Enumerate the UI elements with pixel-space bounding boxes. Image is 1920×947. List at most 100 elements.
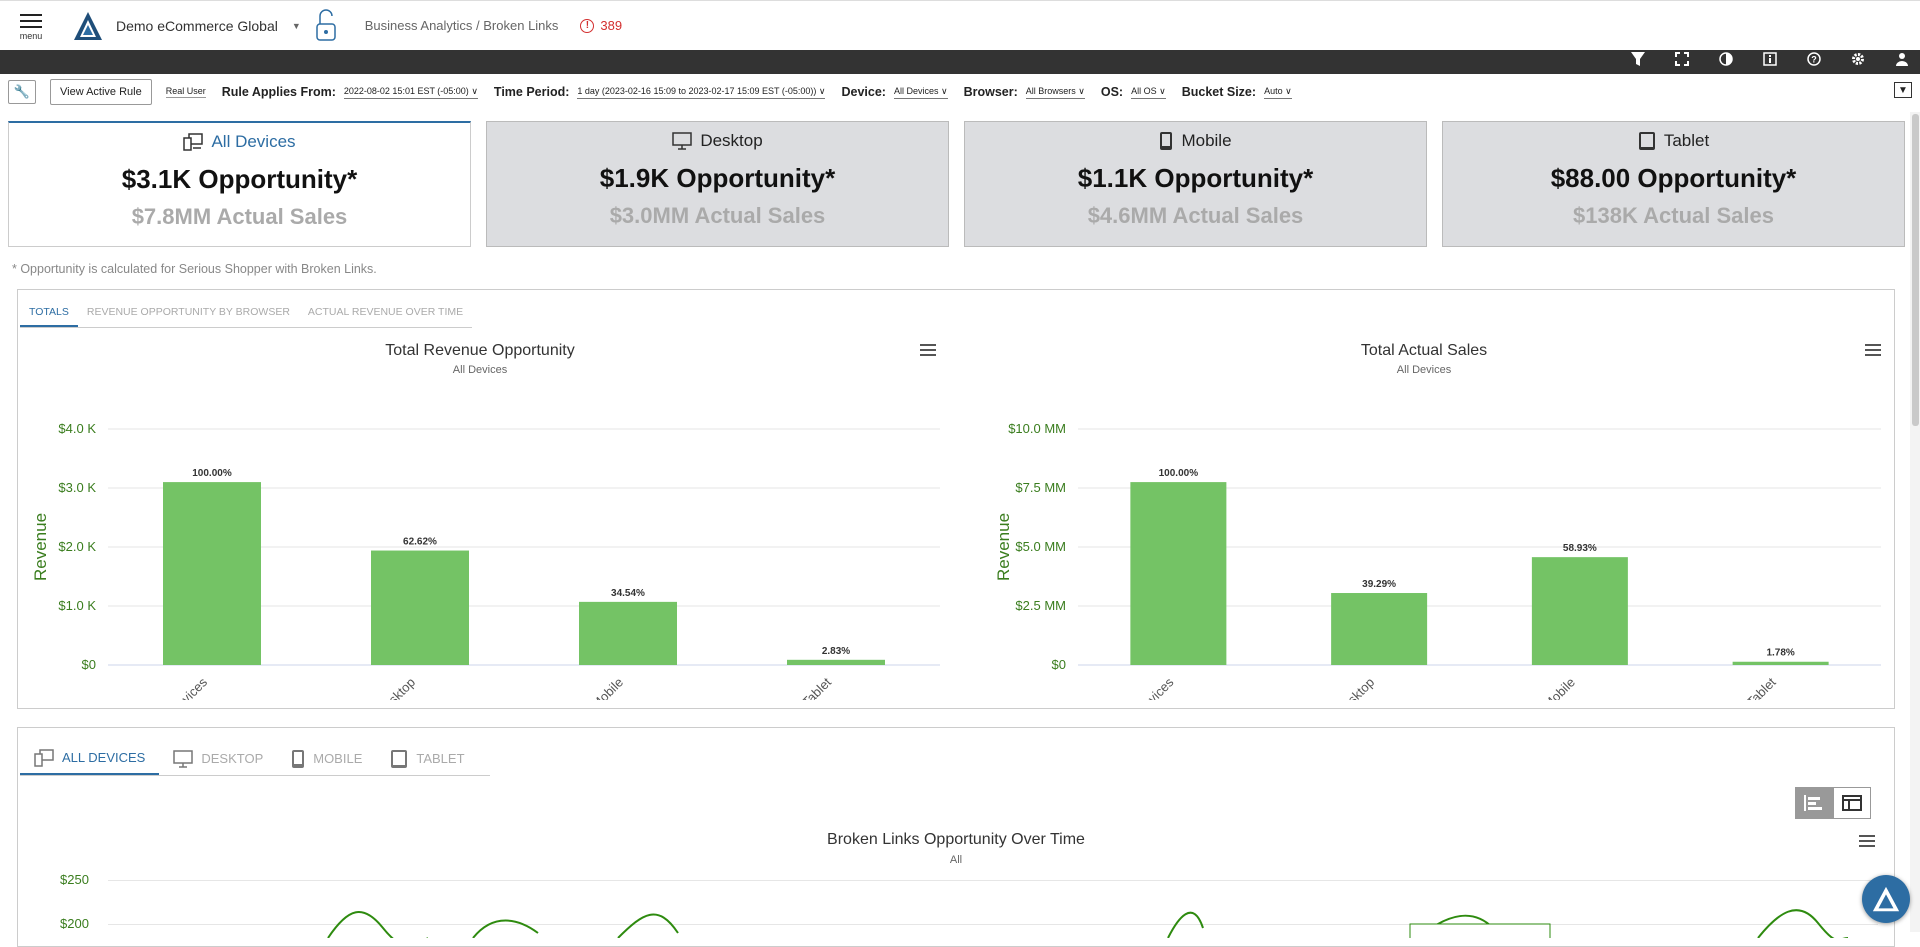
data-label: 39.29%	[1362, 579, 1396, 590]
bucket-size-label: Bucket Size:	[1181, 85, 1257, 99]
help-icon[interactable]: ?	[1806, 50, 1822, 74]
device-label: Device:	[841, 85, 886, 99]
unlocked-lock-icon[interactable]	[315, 8, 337, 44]
card-opportunity: $88.00 Opportunity*	[1550, 163, 1797, 193]
bucket-size-dropdown[interactable]: Auto	[1264, 86, 1292, 99]
card-title: All Devices	[211, 132, 296, 151]
rule-from-dropdown[interactable]: 2022-08-02 15:01 EST (-05:00)	[343, 86, 478, 99]
bar	[1331, 593, 1428, 665]
card-title: Desktop	[700, 131, 763, 150]
time-period-label: Time Period:	[493, 85, 570, 99]
y-tick-label: $3.0 K	[58, 480, 96, 495]
menu-label: menu	[19, 31, 43, 41]
user-icon[interactable]	[1894, 50, 1910, 74]
alert-badge[interactable]: ! 389	[580, 18, 622, 33]
chart-title: Total Actual Sales	[1360, 342, 1488, 359]
help-assistant-icon[interactable]	[1862, 875, 1910, 923]
bar	[1130, 482, 1227, 665]
org-name[interactable]: Demo eCommerce Global	[116, 18, 278, 34]
dark-toolbar: ?	[0, 50, 1920, 74]
card-mobile[interactable]: Mobile $1.1K Opportunity* $4.6MM Actual …	[964, 121, 1427, 247]
chart-menu-icon[interactable]	[920, 344, 936, 357]
settings-gear-icon[interactable]	[1850, 50, 1866, 74]
card-desktop[interactable]: Desktop $1.9K Opportunity* $3.0MM Actual…	[486, 121, 949, 247]
bar	[1732, 661, 1829, 665]
page-scrollbar[interactable]	[1910, 112, 1920, 932]
bar	[787, 659, 885, 665]
tab-totals[interactable]: TOTALS	[20, 304, 78, 327]
card-all-devices[interactable]: All Devices $3.1K Opportunity* $7.8MM Ac…	[8, 121, 471, 247]
y-tick-label: $4.0 K	[58, 421, 96, 436]
chart-plot: Revenue $0 $1.0 K $2.0 K $3.0 K $4.0 K 100.00%…	[31, 421, 940, 700]
x-tick-label: All Devices	[154, 674, 210, 700]
card-actual-sales: $3.0MM Actual Sales	[609, 203, 826, 228]
bar	[371, 550, 469, 665]
contrast-icon[interactable]	[1718, 50, 1734, 74]
svg-text:?: ?	[1811, 55, 1817, 65]
x-tick-label: All Devices	[1120, 674, 1176, 700]
breadcrumb: Business Analytics / Broken Links	[364, 18, 559, 33]
fullscreen-icon[interactable]	[1674, 50, 1690, 74]
data-label: 100.00%	[192, 468, 232, 479]
panel-tabs: TOTALS REVENUE OPPORTUNITY BY BROWSER AC…	[20, 304, 473, 328]
os-label: OS:	[1100, 85, 1124, 99]
tab-actual-revenue-over-time[interactable]: ACTUAL REVENUE OVER TIME	[299, 304, 472, 327]
os-dropdown[interactable]: All OS	[1131, 86, 1166, 99]
data-label: 2.83%	[822, 646, 850, 657]
card-opportunity: $1.9K Opportunity*	[599, 163, 836, 193]
card-title: Mobile	[1181, 131, 1232, 150]
filter-icon[interactable]	[1630, 50, 1646, 74]
collapse-chevron-icon[interactable]: ▼	[1894, 82, 1912, 98]
chart-title: Total Revenue Opportunity	[385, 342, 575, 359]
y-tick-label: $2.0 K	[58, 539, 96, 554]
browser-label: Browser:	[963, 85, 1018, 99]
x-tick-label: Desktop	[374, 675, 418, 700]
footnote: * Opportunity is calculated for Serious …	[12, 262, 377, 276]
x-tick-label: Mobile	[1540, 675, 1578, 700]
bar	[163, 482, 261, 665]
bar	[579, 601, 677, 665]
card-opportunity: $1.1K Opportunity*	[1077, 163, 1314, 193]
mobile-icon	[1160, 132, 1173, 150]
y-tick-label: $7.5 MM	[1015, 480, 1066, 495]
y-tick-label: $2.5 MM	[1015, 598, 1066, 613]
revenue-opportunity-chart: Total Revenue Opportunity All Devices Re…	[18, 330, 958, 700]
view-active-rule-button[interactable]: View Active Rule	[50, 79, 152, 105]
x-tick-label: Tablet	[799, 674, 834, 700]
y-axis-label: Revenue	[994, 513, 1013, 581]
rule-from-label: Rule Applies From:	[221, 85, 336, 99]
data-label: 100.00%	[1159, 468, 1199, 479]
card-opportunity: $3.1K Opportunity*	[121, 164, 358, 194]
real-user-toggle[interactable]: Real User	[165, 86, 206, 98]
y-tick-label: $10.0 MM	[1008, 421, 1066, 436]
tab-revenue-by-browser[interactable]: REVENUE OPPORTUNITY BY BROWSER	[78, 304, 299, 327]
x-tick-label: Mobile	[588, 675, 626, 700]
card-actual-sales: $7.8MM Actual Sales	[131, 204, 348, 229]
desktop-icon	[672, 132, 693, 150]
y-axis-label: Revenue	[31, 513, 50, 581]
menu-button[interactable]: menu	[0, 1, 62, 51]
y-tick-label: $0	[82, 657, 96, 672]
actual-sales-chart: Total Actual Sales All Devices Revenue $0…	[963, 330, 1893, 700]
card-title: Tablet	[1663, 131, 1710, 150]
info-icon[interactable]	[1762, 50, 1778, 74]
data-label: 1.78%	[1766, 648, 1794, 659]
filter-bar: 🔧 View Active Rule Real User Rule Applie…	[0, 74, 1920, 110]
hamburger-icon	[20, 10, 42, 32]
top-bar: menu Demo eCommerce Global ▼ Business An…	[0, 0, 1920, 50]
device-dropdown[interactable]: All Devices	[893, 86, 948, 99]
chart-menu-icon[interactable]	[1865, 344, 1881, 357]
browser-dropdown[interactable]: All Browsers	[1025, 86, 1085, 99]
over-time-panel: ALL DEVICES DESKTOP MOBILE TABLET Broken…	[17, 727, 1895, 947]
wrench-icon[interactable]: 🔧	[8, 80, 36, 104]
data-label: 34.54%	[611, 588, 645, 599]
card-tablet[interactable]: Tablet $88.00 Opportunity* $138K Actual …	[1442, 121, 1905, 247]
card-actual-sales: $138K Actual Sales	[1573, 203, 1774, 228]
device-cards: All Devices $3.1K Opportunity* $7.8MM Ac…	[8, 121, 1905, 247]
data-label: 58.93%	[1563, 543, 1597, 554]
over-time-line	[327, 909, 1848, 938]
caret-down-icon[interactable]: ▼	[292, 21, 301, 31]
logo-icon	[74, 11, 102, 40]
chart-plot: Revenue $0 $2.5 MM $5.0 MM $7.5 MM $10.0 MM 10…	[994, 421, 1881, 700]
time-period-dropdown[interactable]: 1 day (2023-02-16 15:09 to 2023-02-17 15…	[577, 86, 826, 99]
